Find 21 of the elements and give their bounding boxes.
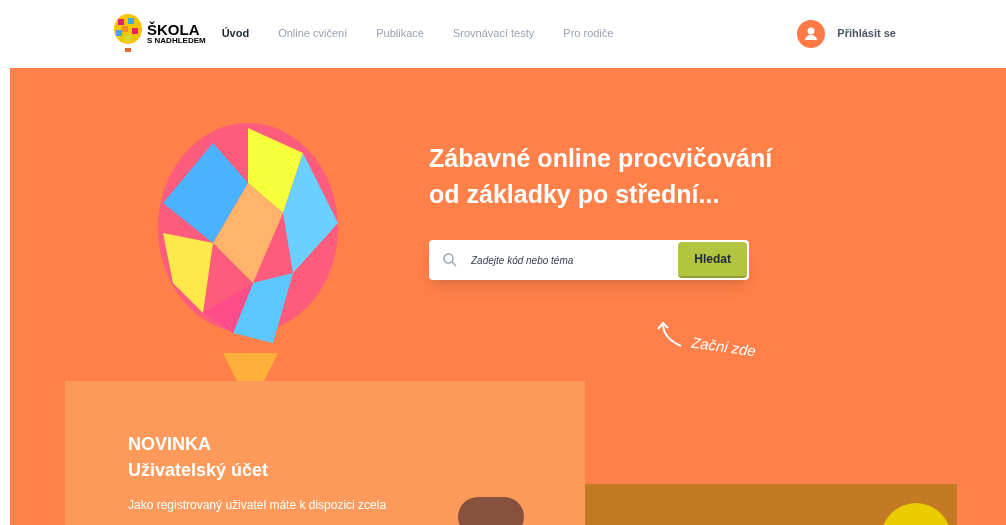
news-label: NOVINKA [128,433,212,456]
news-title: Uživatelský účet [128,459,270,482]
start-here-note: Začni zde [689,332,758,362]
search-icon [443,253,457,267]
hero-heading: Zábavné online procvičování [429,143,773,174]
user-avatar-icon[interactable] [797,19,826,48]
nav-link[interactable]: Srovnávací testy [452,25,535,42]
search-field[interactable]: Zadejte kód nebo téma [471,252,679,268]
hero-heading: od základky po střední... [429,179,721,210]
balloon-logo-icon[interactable] [113,13,143,54]
nav-link[interactable]: Pro rodiče [563,25,614,42]
search-button[interactable]: Hledat [678,242,747,278]
nav-link[interactable]: Úvod [221,25,250,42]
news-text: Jako registrovaný uživatel máte k dispozici zcela [128,497,387,513]
character-silhouette [458,497,524,525]
login-link[interactable]: Přihlásit se [837,25,896,42]
logo-text: ŠKOLA [147,22,201,37]
curved-arrow-icon [657,320,683,348]
nav-link[interactable]: Online cvičení [278,25,348,42]
logo-subtitle: S NADHLEDEM [147,37,206,45]
nav-link[interactable]: Publikace [376,25,424,42]
